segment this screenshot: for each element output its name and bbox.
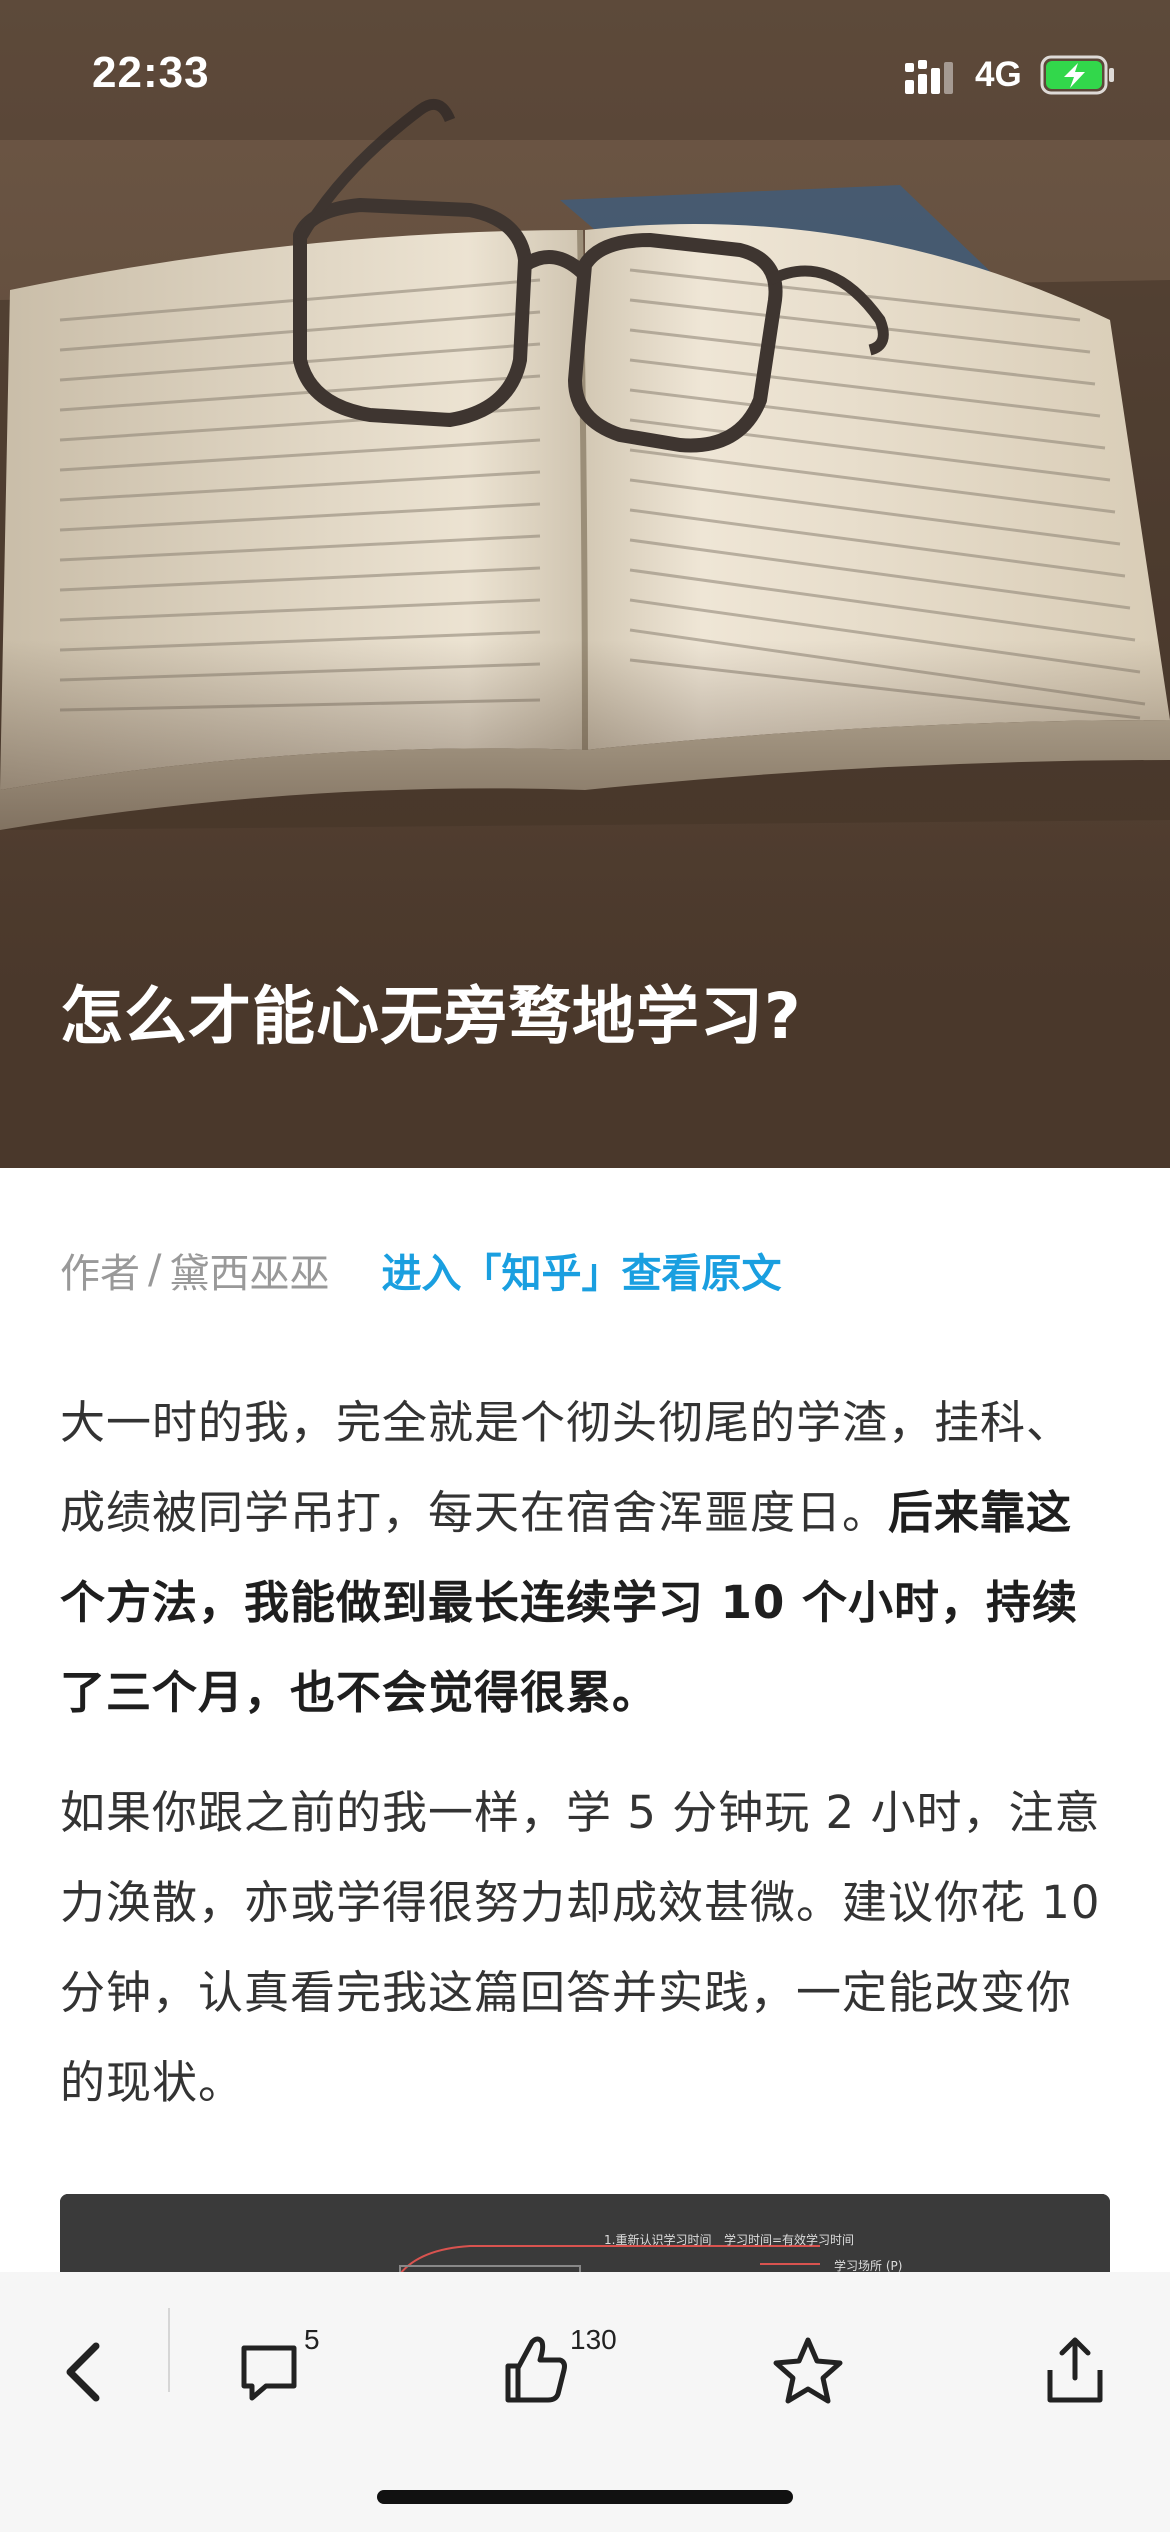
battery-charging-icon xyxy=(1040,55,1114,95)
author-name[interactable]: 黛西巫巫 xyxy=(169,1241,329,1299)
signal-bars-icon xyxy=(905,60,953,94)
home-indicator[interactable] xyxy=(377,2490,793,2504)
chevron-left-icon xyxy=(66,2342,100,2402)
author-label: 作者 xyxy=(60,1251,140,1297)
view-original-link[interactable]: 进入「知乎」查看原文 xyxy=(381,1241,781,1299)
article-image[interactable]: 1.重新认识学习时间 学习时间=有效学习时间 学习场所 (P) xyxy=(60,2194,1110,2284)
thumbs-up-icon xyxy=(505,2336,567,2403)
article-paragraph-2: 如果你跟之前的我一样，学 5 分钟玩 2 小时，注意力涣散，亦或学得很努力却成效… xyxy=(60,1786,1101,2109)
comment-count: 5 xyxy=(304,2324,320,2355)
share-icon xyxy=(1047,2337,1103,2403)
article-title: 怎么才能心无旁骛地学习? xyxy=(60,980,802,1053)
mindmap-label-1: 1.重新认识学习时间 xyxy=(604,2232,711,2247)
hero-banner: 怎么才能心无旁骛地学习? xyxy=(0,0,1170,1168)
comment-icon xyxy=(241,2345,297,2401)
comment-button[interactable]: 5 xyxy=(234,2318,354,2418)
author-separator: / xyxy=(148,1247,162,1293)
toolbar-divider xyxy=(168,2308,170,2392)
like-button[interactable]: 130 xyxy=(500,2318,700,2418)
status-bar: 22:33 4G xyxy=(0,0,1170,150)
mindmap-label-2: 学习时间=有效学习时间 xyxy=(724,2232,854,2247)
bottom-toolbar: 5 130 xyxy=(0,2272,1170,2532)
article-paragraph-1: 大一时的我，完全就是个彻头彻尾的学渣，挂科、成绩被同学吊打，每天在宿舍浑噩度日。… xyxy=(60,1378,1110,1738)
byline: 作者 / 黛西巫巫 进入「知乎」查看原文 xyxy=(60,1240,781,1300)
share-button[interactable] xyxy=(1040,2318,1110,2418)
status-time: 22:33 xyxy=(92,48,210,97)
star-icon xyxy=(773,2337,843,2404)
like-count: 130 xyxy=(570,2324,617,2355)
network-type: 4G xyxy=(975,55,1022,94)
mindmap-image: 1.重新认识学习时间 学习时间=有效学习时间 学习场所 (P) xyxy=(60,2194,1110,2284)
mindmap-label-3: 学习场所 (P) xyxy=(834,2258,902,2273)
back-button[interactable] xyxy=(52,2318,112,2418)
favorite-button[interactable] xyxy=(768,2318,848,2418)
